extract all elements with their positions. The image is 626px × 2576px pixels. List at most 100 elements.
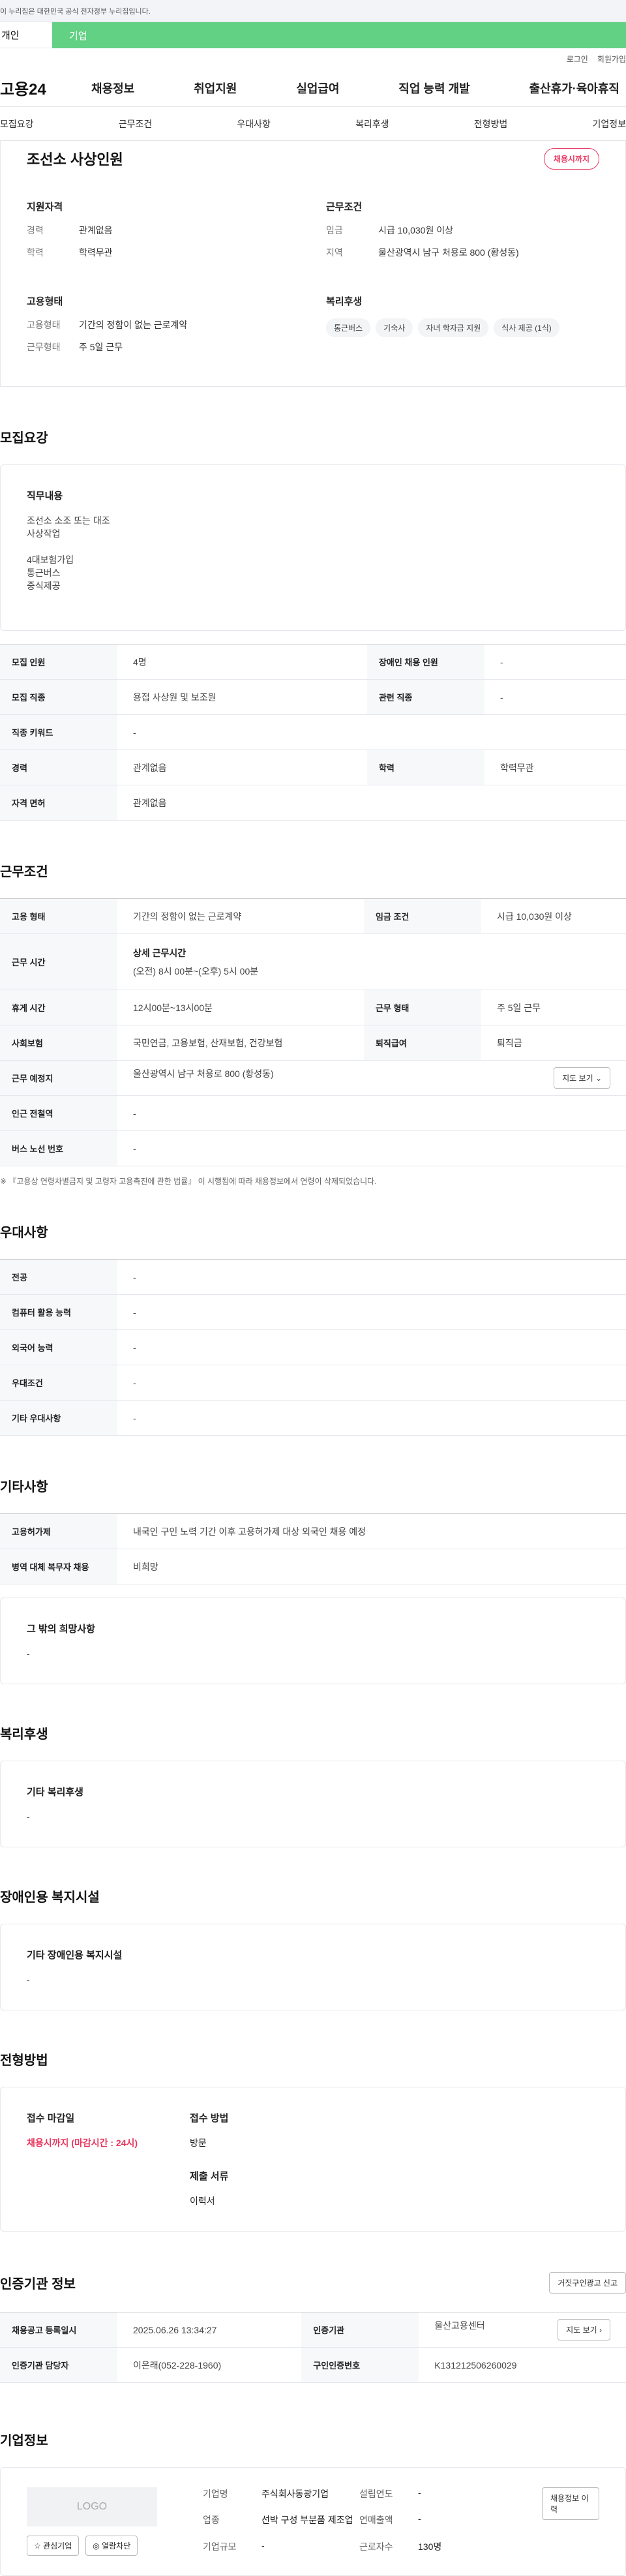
table-row: 버스 노선 번호 -	[0, 1130, 626, 1166]
summary-key: 경력	[27, 225, 44, 235]
work-heading: 근무조건	[326, 202, 363, 213]
company-key: 근로자수	[359, 2541, 393, 2552]
company-logo: LOGO	[27, 2487, 157, 2526]
favorite-company-button[interactable]: ☆ 관심기업	[27, 2536, 80, 2556]
table-key: 근무 형태	[363, 990, 481, 1025]
summary-row: 지역 울산광역시 남구 처용로 800 (황성동)	[326, 246, 599, 259]
table-key: 모집 인원	[0, 644, 117, 680]
subnav-company[interactable]: 기업정보	[592, 117, 626, 130]
summary-row: 학력 학력무관	[27, 246, 300, 259]
block-view-button[interactable]: ◎ 열람차단	[85, 2536, 138, 2556]
map-toggle-button[interactable]: 지도 보기 ⌄	[554, 1067, 610, 1089]
table-row: 채용공고 등록일시 2025.06.26 13:34:27 인증기관 울산고용센터 지도…	[0, 2312, 626, 2348]
table-value: 비희망	[117, 1549, 626, 1584]
summary-value: 울산광역시 남구 처용로 800 (황성동)	[378, 247, 519, 258]
welfare-chips: 통근버스 기숙사 자녀 학자금 지원 식사 제공 (1식)	[326, 318, 599, 337]
employment-block: 고용형태 고용형태 기간의 정함이 없는 근로계약 근무형태 주 5일 근무	[27, 294, 300, 363]
table-key: 근무 예정지	[0, 1060, 117, 1096]
table-key: 인근 전철역	[0, 1095, 117, 1131]
other-wishes-value: -	[27, 1648, 30, 1659]
subnav-conditions[interactable]: 근무조건	[119, 117, 153, 130]
global-nav: 고용24 채용정보 취업지원 실업급여 직업 능력 개발 출산휴가·육아휴직	[0, 69, 626, 107]
gnb-item-jobs[interactable]: 채용정보	[85, 80, 141, 97]
summary-row: 경력 관계없음	[27, 224, 300, 237]
company-value: 주식회사동광기업	[261, 2489, 329, 2499]
table-key: 퇴직급여	[363, 1025, 481, 1061]
agency-table: 채용공고 등록일시 2025.06.26 13:34:27 인증기관 울산고용센터 지도…	[0, 2312, 626, 2383]
other-wishes-box: 그 밖의 희망사항 -	[0, 1598, 626, 1684]
employment-heading: 고용형태	[27, 296, 63, 307]
gnb-item-employment-support[interactable]: 취업지원	[187, 80, 243, 97]
duty-line: 4대보험가입	[27, 554, 74, 565]
gnb-item-leave[interactable]: 출산휴가·육아휴직	[523, 80, 626, 97]
table-key: 경력	[0, 750, 117, 785]
signup-link[interactable]: 회원가입	[597, 53, 626, 65]
table-value: K131212506260029	[419, 2347, 626, 2383]
table-key: 외국어 능력	[0, 1329, 117, 1365]
gnb-item-training[interactable]: 직업 능력 개발	[392, 80, 476, 97]
welfare-chip: 통근버스	[326, 318, 371, 337]
welfare-chip: 자녀 학자금 지원	[418, 318, 489, 337]
report-fake-ad-button[interactable]: 거짓구인광고 신고	[549, 2272, 626, 2294]
company-value: -	[261, 2539, 265, 2551]
table-key: 학력	[366, 750, 484, 785]
company-box: LOGO ☆ 관심기업 ◎ 열람차단 기업명 주식회사동광기업 설립연도 - 업종 선…	[0, 2467, 626, 2576]
login-link[interactable]: 로그인	[567, 53, 588, 65]
table-key: 직종 키워드	[0, 714, 117, 750]
table-key: 인증기관	[301, 2312, 419, 2348]
table-key: 버스 노선 번호	[0, 1130, 117, 1166]
welfare-chip: 기숙사	[376, 318, 413, 337]
preference-heading: 우대사항	[0, 1226, 48, 1240]
table-value: -	[484, 679, 626, 715]
agency-heading: 인증기관 정보	[0, 2277, 76, 2292]
hiring-history-button[interactable]: 채용정보 이력	[542, 2487, 599, 2520]
hours-cell: 상세 근무시간 (오전) 8시 00분~(오후) 5시 00분	[117, 933, 626, 990]
company-key: 설립연도	[359, 2489, 393, 2499]
job-title: 조선소 사상인원	[27, 151, 123, 168]
method-value: 방문	[190, 2138, 207, 2148]
hours-value: (오전) 8시 00분~(오후) 5시 00분	[133, 965, 259, 977]
subnav-welfare[interactable]: 복리후생	[355, 117, 389, 130]
table-row: 경력 관계없음 학력 학력무관	[0, 750, 626, 785]
job-title-row: 조선소 사상인원 채용시까지	[1, 141, 625, 176]
gnb-item-unemployment-benefit[interactable]: 실업급여	[290, 80, 346, 97]
table-row: 외국어 능력 -	[0, 1329, 626, 1365]
table-value: 주 5일 근무	[481, 990, 626, 1025]
method-block: 접수 방법 방문 제출 서류 이력서	[190, 2111, 228, 2207]
recruit-table: 모집 인원 4명 장애인 채용 인원 - 모집 직종 용접 사상원 및 보조원 관련 직종…	[0, 644, 626, 821]
table-key: 모집 직종	[0, 679, 117, 715]
tab-company[interactable]: 기업	[52, 22, 626, 48]
table-key: 고용 형태	[0, 898, 117, 934]
summary-row: 근무형태 주 5일 근무	[27, 341, 300, 354]
company-logo-buttons: ☆ 관심기업 ◎ 열람차단	[27, 2536, 157, 2556]
company-value: 130명	[418, 2541, 442, 2552]
table-row: 사회보험 국민연금, 고용보험, 산재보험, 건강보험 퇴직급여 퇴직금	[0, 1025, 626, 1061]
table-row: 고용허가제 내국인 구인 노력 기간 이후 고용허가제 대상 외국인 채용 예정	[0, 1513, 626, 1549]
recruit-heading: 모집요강	[0, 431, 48, 446]
process-box: 접수 마감일 채용시까지 (마감시간 : 24시) 접수 방법 방문 제출 서류…	[0, 2087, 626, 2232]
site-logo[interactable]: 고용24	[0, 76, 85, 99]
table-row: 자격 면허 관계없음	[0, 785, 626, 821]
summary-value: 기간의 정함이 없는 근로계약	[79, 320, 188, 330]
table-row: 병역 대체 복무자 채용 비희망	[0, 1549, 626, 1584]
agency-org-value: 울산고용센터	[434, 2320, 485, 2331]
table-key: 고용허가제	[0, 1513, 117, 1549]
subnav-process[interactable]: 전형방법	[474, 117, 508, 130]
table-key: 사회보험	[0, 1025, 117, 1061]
duty-line: 중식제공	[27, 581, 61, 591]
table-key: 인증기관 담당자	[0, 2347, 117, 2383]
table-value: -	[117, 1259, 626, 1295]
subnav-preferences[interactable]: 우대사항	[237, 117, 271, 130]
tab-personal[interactable]: 개인	[0, 22, 52, 48]
preference-table: 전공 - 컴퓨터 활용 능력 - 외국어 능력 - 우대조건 - 기타 우대사항 -	[0, 1259, 626, 1436]
docs-value: 이력서	[190, 2196, 215, 2206]
company-info-grid: 기업명 주식회사동광기업 설립연도 - 업종 선박 구성 부분품 제조업 연매출액 - …	[203, 2487, 496, 2556]
table-value: 학력무관	[484, 750, 626, 785]
subnav-recruit[interactable]: 모집요강	[0, 117, 34, 130]
table-row: 전공 -	[0, 1259, 626, 1295]
table-key: 휴게 시간	[0, 990, 117, 1025]
agency-map-button[interactable]: 지도 보기 ›	[558, 2319, 610, 2341]
welfare-summary-heading: 복리후생	[326, 296, 363, 307]
summary-value: 학력무관	[79, 247, 113, 258]
hours-title: 상세 근무시간	[133, 947, 186, 958]
